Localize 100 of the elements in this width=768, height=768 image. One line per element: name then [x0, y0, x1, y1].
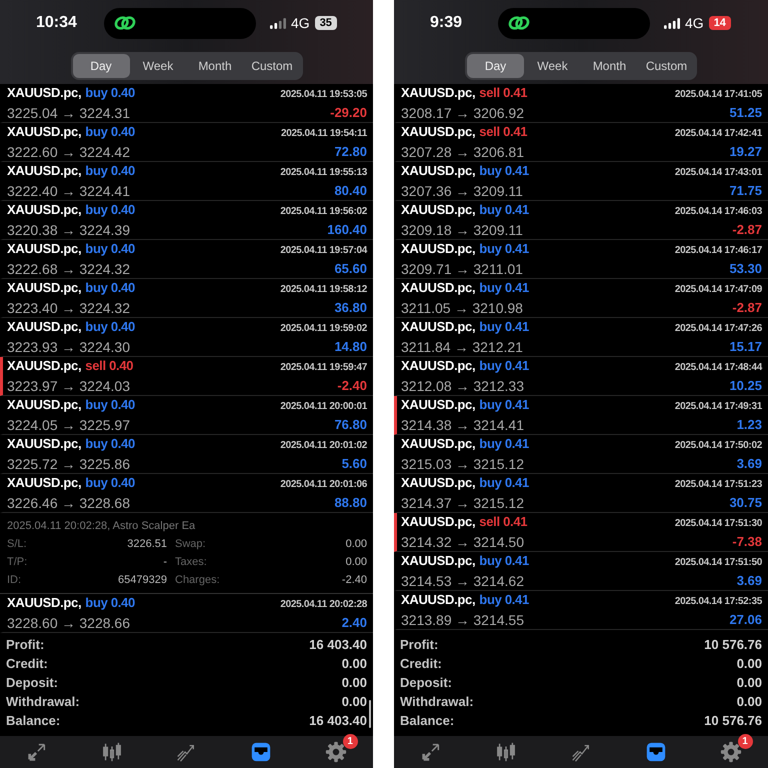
order-type: buy 0.41 — [479, 202, 529, 217]
price-change: 3222.68 → 3224.32 — [7, 260, 130, 276]
period-tab[interactable]: Week — [130, 54, 186, 78]
deal-profit: 65.60 — [334, 261, 367, 276]
summary-value: 10 576.76 — [704, 637, 762, 652]
deal-symbol: XAUUSD.pc, — [401, 124, 476, 139]
deal-time: 2025.04.14 17:51:50 — [674, 557, 762, 568]
summary-value: 16 403.40 — [309, 637, 367, 652]
period-tab[interactable]: Month — [186, 54, 244, 78]
deal-symbol: XAUUSD.pc, — [7, 595, 82, 610]
price-change: 3215.03 → 3215.12 — [401, 456, 524, 472]
status-time: 10:34 — [36, 14, 78, 32]
deal-symbol: XAUUSD.pc, — [401, 592, 476, 607]
order-type: buy 0.40 — [85, 163, 135, 178]
price-change: 3209.18 → 3209.11 — [401, 222, 523, 238]
order-type: buy 0.40 — [85, 436, 135, 451]
price-change: 3214.37 → 3215.12 — [401, 494, 524, 510]
deal-time: 2025.04.14 17:48:44 — [674, 362, 762, 373]
deal-profit: 36.80 — [334, 300, 367, 315]
deal-symbol: XAUUSD.pc, — [7, 358, 82, 373]
deal-time: 2025.04.14 17:42:41 — [674, 128, 762, 139]
order-type: buy 0.40 — [85, 595, 135, 610]
summary-value: 0.00 — [736, 694, 762, 709]
deal-time: 2025.04.14 17:51:30 — [674, 518, 762, 529]
order-type: buy 0.40 — [85, 475, 135, 490]
deal-symbol: XAUUSD.pc, — [7, 397, 82, 412]
price-change: 3214.53 → 3214.62 — [401, 572, 524, 588]
deal-symbol: XAUUSD.pc, — [7, 124, 82, 139]
period-tab[interactable]: Month — [581, 54, 638, 78]
order-type: buy 0.41 — [479, 436, 529, 451]
deal-profit: 2.40 — [342, 615, 367, 630]
deal-profit: 51.25 — [729, 105, 762, 120]
order-type: buy 0.40 — [85, 397, 135, 412]
deal-symbol: XAUUSD.pc, — [401, 319, 476, 334]
deal-profit: 80.40 — [334, 183, 367, 198]
deal-row[interactable]: XAUUSD.pc, buy 0.40 2025.04.11 20:01:06 3226.46 → 3228.68 88.80 — [0, 474, 373, 513]
period-tab[interactable]: Day — [72, 54, 130, 78]
deal-row[interactable]: XAUUSD.pc, buy 0.40 2025.04.11 19:53:05 3225.04 → 3224.31 -29.20 — [0, 84, 373, 123]
inbox-icon — [644, 741, 667, 763]
summary-label: Profit: — [6, 637, 44, 652]
deal-row[interactable]: XAUUSD.pc, buy 0.41 2025.04.14 17:47:09 3211.05 → 3210.98 -2.87 — [394, 279, 768, 318]
deal-symbol: XAUUSD.pc, — [7, 475, 82, 490]
deal-profit: 71.75 — [729, 183, 762, 198]
settings-icon — [720, 741, 742, 763]
notification-badge: 1 — [342, 734, 358, 749]
deal-time: 2025.04.11 19:55:13 — [280, 167, 367, 178]
period-tab[interactable]: Week — [524, 54, 581, 78]
deal-row[interactable]: XAUUSD.pc, buy 0.41 2025.04.14 17:52:35 3213.89 → 3214.55 27.06 — [394, 591, 768, 630]
summary-value: 0.00 — [736, 675, 762, 690]
order-type: sell 0.41 — [479, 85, 528, 100]
deal-profit: 10.25 — [729, 378, 762, 393]
summary-value: 0.00 — [342, 694, 367, 709]
deal-row[interactable]: XAUUSD.pc, buy 0.40 2025.04.11 19:59:02 3223.93 → 3224.30 14.80 — [0, 318, 373, 357]
deal-row[interactable]: XAUUSD.pc, buy 0.41 2025.04.14 17:46:03 3209.18 → 3209.11 -2.87 — [394, 201, 768, 240]
deal-time: 2025.04.14 17:47:26 — [674, 323, 762, 334]
deal-time: 2025.04.14 17:41:05 — [674, 89, 762, 100]
period-tab[interactable]: Custom — [244, 54, 300, 78]
deal-time: 2025.04.11 19:59:47 — [280, 362, 367, 373]
summary-label: Withdrawal: — [6, 694, 80, 709]
order-type: buy 0.40 — [85, 202, 135, 217]
summary-label: Credit: — [400, 656, 442, 671]
price-change: 3213.89 → 3214.55 — [401, 612, 524, 628]
deal-symbol: XAUUSD.pc, — [401, 397, 476, 412]
summary-value: 0.00 — [342, 675, 367, 690]
deal-symbol: XAUUSD.pc, — [7, 85, 82, 100]
detail-label: Swap: — [175, 537, 206, 552]
deal-symbol: XAUUSD.pc, — [401, 475, 476, 490]
detail-value: - — [162, 555, 167, 570]
summary-label: Profit: — [400, 637, 438, 652]
order-type: sell 0.41 — [479, 124, 528, 139]
deal-profit: 27.06 — [729, 612, 762, 627]
period-tab[interactable]: Custom — [638, 54, 695, 78]
deal-row[interactable]: XAUUSD.pc, sell 0.41 2025.04.14 17:41:05 3208.17 → 3206.92 51.25 — [394, 84, 768, 123]
deal-row[interactable]: XAUUSD.pc, buy 0.41 2025.04.14 17:51:23 3214.37 → 3215.12 30.75 — [394, 474, 768, 513]
price-change: 3207.36 → 3209.11 — [401, 182, 523, 198]
deal-time: 2025.04.14 17:46:17 — [674, 245, 762, 256]
order-type: buy 0.41 — [479, 358, 529, 373]
candlestick-icon — [100, 741, 123, 763]
deal-symbol: XAUUSD.pc, — [401, 553, 476, 568]
candlestick-icon — [495, 741, 518, 763]
deal-time: 2025.04.11 20:02:28 — [280, 599, 367, 610]
order-type: buy 0.41 — [479, 241, 529, 256]
deal-comment: 2025.04.11 20:02:28, Astro Scalper Ea — [7, 519, 196, 534]
deal-row[interactable]: XAUUSD.pc, buy 0.40 2025.04.11 20:02:28 3228.60 → 3228.66 2.40 — [0, 594, 373, 633]
summary-label: Withdrawal: — [400, 694, 474, 709]
period-tab[interactable]: Day — [467, 54, 524, 78]
deal-symbol: XAUUSD.pc, — [401, 241, 476, 256]
deal-symbol: XAUUSD.pc, — [7, 280, 82, 295]
deal-time: 2025.04.14 17:50:02 — [674, 440, 762, 451]
order-type: buy 0.41 — [479, 280, 529, 295]
price-change: 3225.72 → 3225.86 — [7, 456, 130, 472]
price-change: 3226.46 → 3228.68 — [7, 494, 130, 510]
deal-row[interactable]: XAUUSD.pc, sell 0.41 2025.04.14 17:51:30 3214.32 → 3214.50 -7.38 — [394, 513, 768, 552]
order-type: buy 0.40 — [85, 241, 135, 256]
deal-symbol: XAUUSD.pc, — [401, 514, 476, 529]
detail-label: Taxes: — [175, 555, 207, 570]
inbox-icon — [250, 741, 272, 763]
detail-value: 65479329 — [117, 573, 167, 588]
deal-time: 2025.04.11 19:57:04 — [280, 245, 367, 256]
settings-icon — [324, 741, 347, 763]
